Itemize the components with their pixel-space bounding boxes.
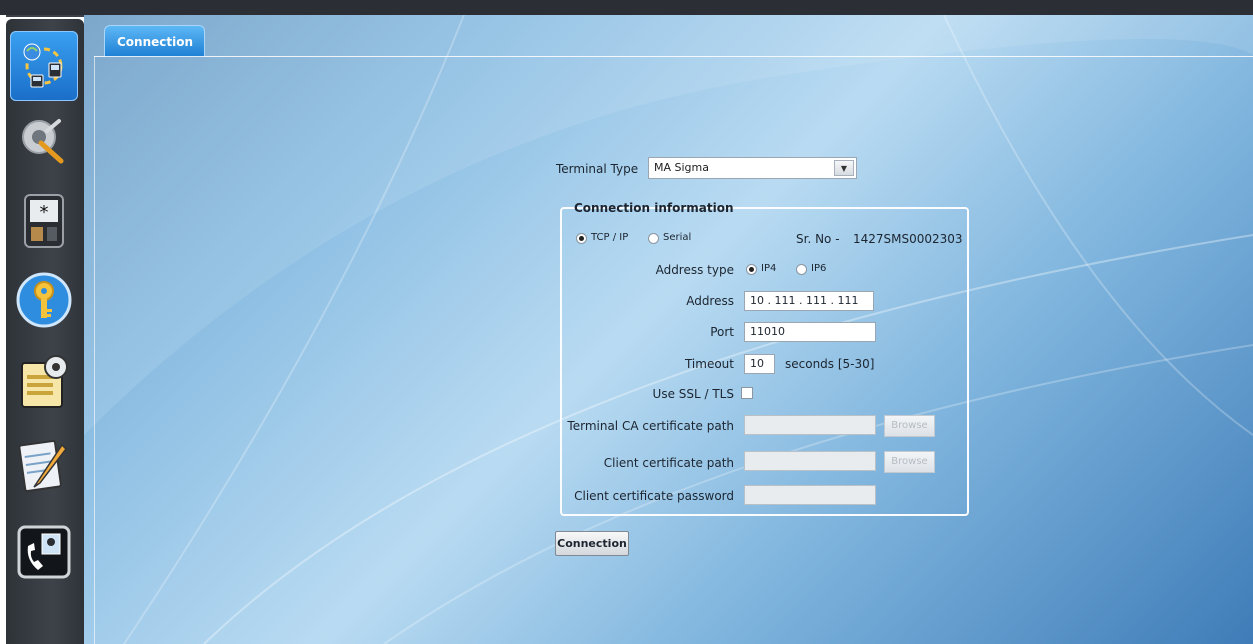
serial-number-label: Sr. No - [796, 232, 840, 246]
tools-icon [22, 119, 64, 164]
address-input[interactable]: 10 . 111 . 111 . 111 [744, 291, 874, 311]
sidebar-item-settings[interactable] [10, 347, 78, 417]
ssl-label: Use SSL / TLS [652, 387, 734, 401]
timeout-label: Timeout [684, 357, 734, 371]
connection-info-title: Connection information [568, 201, 740, 215]
client-password-label: Client certificate password [574, 489, 734, 503]
tab-panel-left-border [94, 56, 95, 644]
ca-path-label: Terminal CA certificate path [567, 419, 734, 433]
sidebar-item-security[interactable] [10, 265, 78, 335]
port-input[interactable]: 11010 [744, 322, 876, 342]
connection-button[interactable]: Connection [555, 531, 629, 556]
sidebar-item-tools[interactable] [10, 105, 78, 175]
ip6-label: IP6 [811, 263, 827, 274]
port-label: Port [710, 325, 734, 339]
client-cert-label: Client certificate path [603, 456, 734, 470]
address-type-label: Address type [655, 263, 734, 277]
tcp-ip-radio[interactable] [576, 233, 587, 244]
svg-text:*: * [40, 202, 49, 223]
ssl-checkbox[interactable] [741, 387, 753, 399]
sidebar-item-connection[interactable] [10, 31, 78, 101]
sidebar-item-contact[interactable] [10, 517, 78, 587]
ca-path-input[interactable] [744, 415, 876, 435]
notepad-pencil-icon [18, 439, 67, 493]
tcp-ip-label: TCP / IP [591, 232, 629, 243]
client-cert-browse-button[interactable]: Browse [884, 451, 935, 473]
settings-document-icon [21, 355, 68, 408]
client-cert-input[interactable] [744, 451, 876, 471]
timeout-unit: seconds [5-30] [785, 357, 875, 371]
ca-path-browse-button[interactable]: Browse [884, 415, 935, 437]
terminal-type-select[interactable]: MA Sigma ▼ [648, 157, 857, 179]
sidebar-item-terminal[interactable]: * [10, 185, 78, 255]
tab-panel-border [94, 56, 1253, 57]
sidebar-item-notes[interactable] [10, 429, 78, 499]
serial-number-value: 1427SMS0002303 [853, 232, 963, 246]
serial-label: Serial [663, 232, 692, 243]
ip4-radio[interactable] [746, 264, 757, 275]
ip6-radio[interactable] [796, 264, 807, 275]
key-icon [16, 272, 72, 328]
address-label: Address [686, 294, 734, 308]
ip4-label: IP4 [761, 263, 777, 274]
terminal-type-label: Terminal Type [556, 162, 639, 176]
serial-radio[interactable] [648, 233, 659, 244]
terminal-device-icon: * [24, 194, 64, 248]
chevron-down-icon[interactable]: ▼ [834, 160, 854, 176]
sidebar: * [6, 19, 84, 644]
terminal-type-value: MA Sigma [654, 161, 709, 174]
tab-connection[interactable]: Connection [104, 25, 205, 57]
client-password-input[interactable] [744, 485, 876, 505]
phone-contact-icon [17, 525, 71, 579]
timeout-input[interactable]: 10 [744, 354, 775, 374]
network-connection-icon [23, 43, 63, 88]
